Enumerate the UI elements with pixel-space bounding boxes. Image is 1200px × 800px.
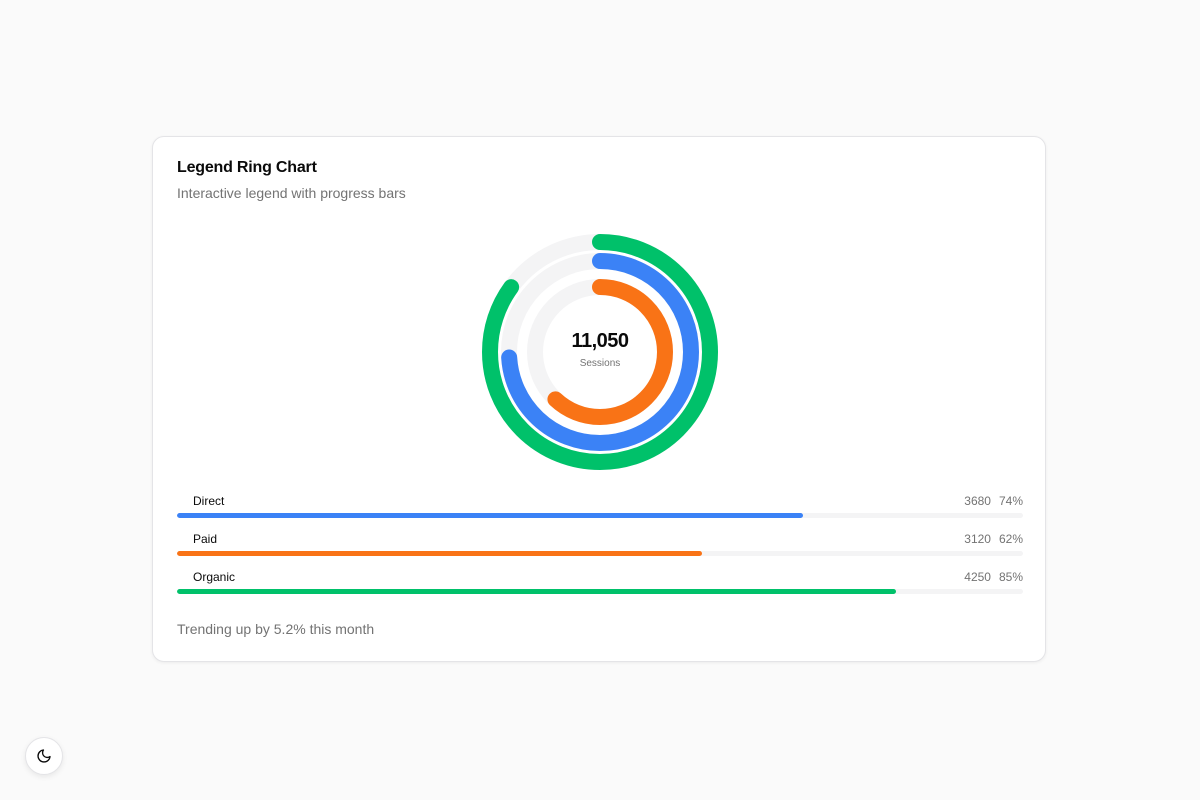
legend-label: Organic	[193, 570, 236, 584]
ring-chart: 11,050 Sessions	[482, 234, 718, 470]
progress-track	[177, 551, 1023, 556]
legend-values: 3120 62%	[964, 532, 1023, 546]
progress-track	[177, 589, 1023, 594]
legend-values: 4250 85%	[964, 570, 1023, 584]
total-sessions-value: 11,050	[571, 330, 629, 352]
legend-value: 3680	[964, 494, 991, 508]
progress-bar-direct	[177, 513, 804, 518]
total-sessions-label: Sessions	[579, 358, 621, 369]
trend-footer: Trending up by 5.2% this month	[177, 621, 375, 637]
theme-toggle-button[interactable]	[25, 737, 63, 775]
progress-track	[177, 513, 1023, 518]
legend-percent: 62%	[998, 532, 1023, 546]
legend-percent: 74%	[998, 494, 1023, 508]
legend-item-paid[interactable]: Paid 3120 62%	[177, 529, 1023, 567]
legend-item-organic[interactable]: Organic 4250 85%	[177, 567, 1023, 605]
legend-percent: 85%	[998, 570, 1023, 584]
card-subtitle: Interactive legend with progress bars	[177, 185, 406, 201]
progress-bar-paid	[177, 551, 702, 556]
legend-label: Direct	[193, 494, 225, 508]
legend-value: 4250	[964, 570, 991, 584]
legend-values: 3680 74%	[964, 494, 1023, 508]
chart-card: Legend Ring Chart Interactive legend wit…	[152, 136, 1046, 662]
legend-label: Paid	[193, 532, 218, 546]
card-title: Legend Ring Chart	[177, 159, 317, 176]
legend: Direct 3680 74% Paid 3120 62% Organic 4250…	[177, 491, 1023, 605]
legend-value: 3120	[964, 532, 991, 546]
legend-item-direct[interactable]: Direct 3680 74%	[177, 491, 1023, 529]
progress-bar-organic	[177, 589, 897, 594]
moon-icon	[37, 749, 51, 763]
